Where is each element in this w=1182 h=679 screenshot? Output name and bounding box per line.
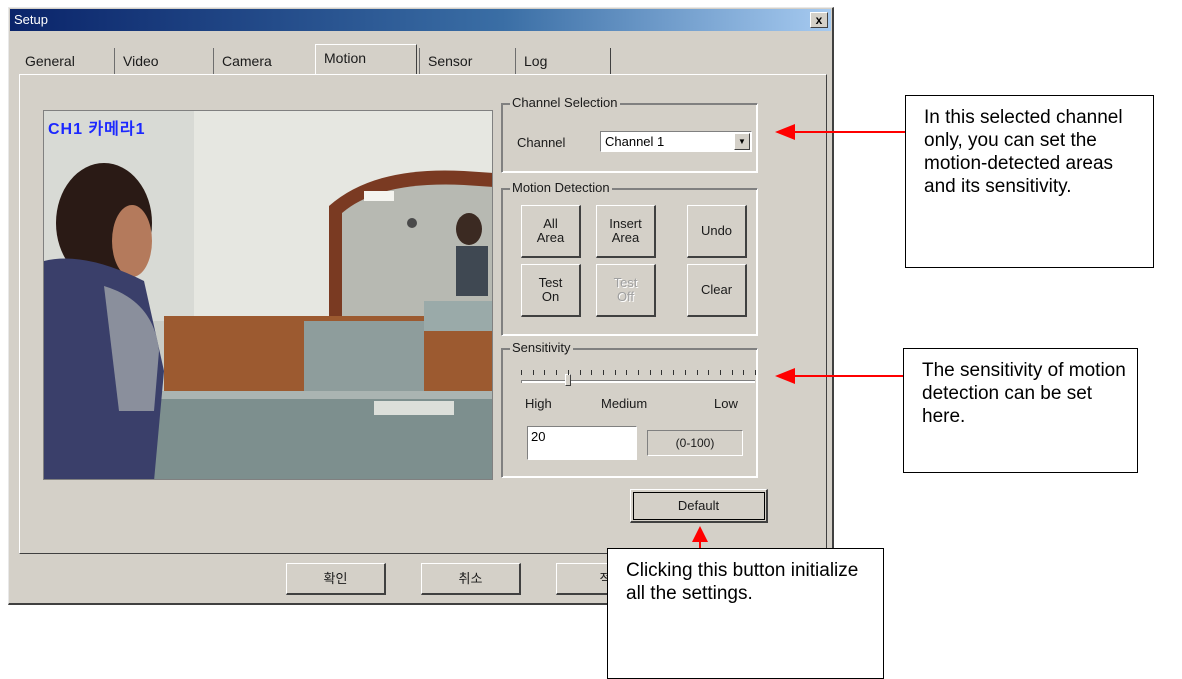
callout-arrows: [692, 124, 905, 548]
default-arrow: [692, 526, 708, 548]
sensitivity-arrow: [775, 368, 903, 384]
channel-arrow: [775, 124, 905, 140]
